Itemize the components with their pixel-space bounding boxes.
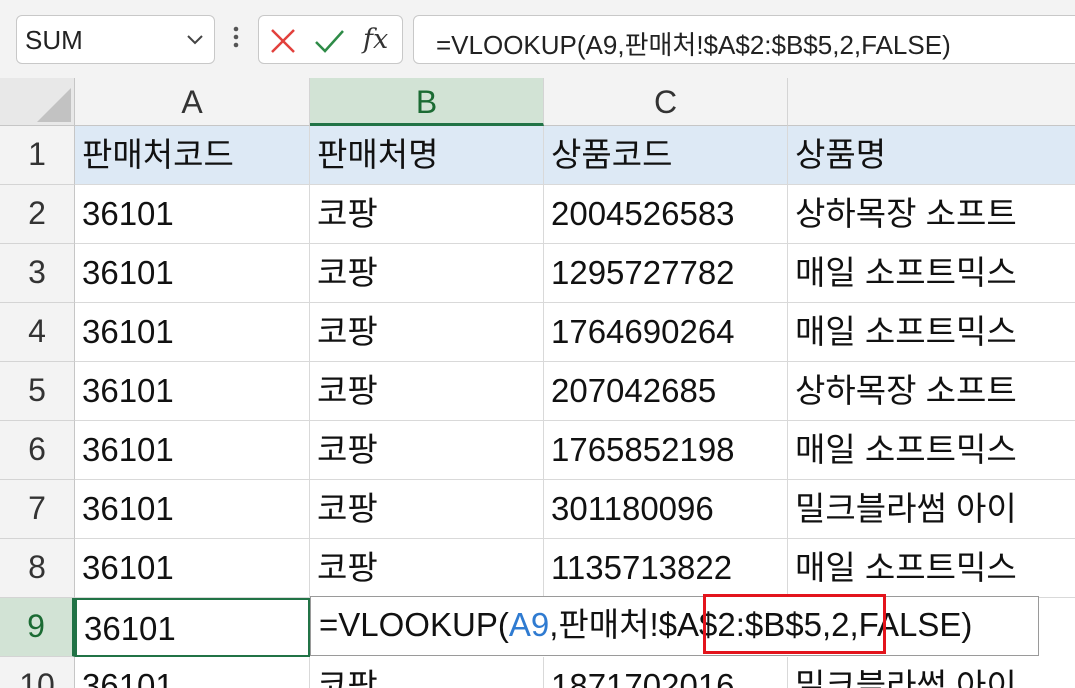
table-cell[interactable]: 상하목장 소프트 (788, 185, 1075, 244)
table-cell[interactable]: 밀크블라썸 아이 (788, 480, 1075, 539)
range-highlight-box (703, 594, 886, 654)
table-cell[interactable]: 36101 (75, 480, 310, 539)
formula-prefix: =VLOOKUP( (319, 606, 509, 643)
row-header[interactable]: 7 (0, 480, 75, 539)
table-cell[interactable]: 36101 (75, 421, 310, 480)
table-cell[interactable]: 코팡 (310, 303, 544, 362)
table-cell[interactable]: 301180096 (544, 480, 788, 539)
table-cell[interactable]: 매일 소프트믹스 (788, 244, 1075, 303)
chevron-down-icon[interactable] (184, 28, 206, 50)
table-cell[interactable]: 36101 (75, 303, 310, 362)
table-cell[interactable]: 36101 (75, 185, 310, 244)
table-cell[interactable]: 1295727782 (544, 244, 788, 303)
table-cell[interactable]: 1871702016 (544, 657, 788, 688)
row-header[interactable]: 1 (0, 126, 75, 185)
row-header[interactable]: 8 (0, 539, 75, 598)
formula-controls: fx (258, 15, 403, 64)
table-cell[interactable]: 코팡 (310, 421, 544, 480)
formula-text: =VLOOKUP(A9,판매처!$A$2:$B$5,2,FALSE) (436, 30, 951, 60)
row-header-selected[interactable]: 9 (0, 598, 75, 657)
table-cell[interactable]: 판매처코드 (75, 126, 310, 185)
formula-bar: SUM fx =VLOOKUP(A9,판매처!$A$2:$B$5,2,FALSE… (0, 0, 1075, 78)
cell-editor-b9[interactable]: =VLOOKUP(A9,판매처!$A$2:$B$5,2,FALSE) (310, 596, 1039, 656)
table-cell-a9[interactable]: 36101 (75, 598, 310, 657)
column-header-a[interactable]: A (75, 78, 310, 126)
more-options-icon[interactable] (230, 20, 242, 54)
row-header[interactable]: 6 (0, 421, 75, 480)
table-cell[interactable]: 코팡 (310, 244, 544, 303)
table-cell[interactable]: 36101 (75, 657, 310, 688)
x-icon[interactable] (267, 25, 299, 57)
insert-function-button[interactable]: fx (363, 24, 388, 55)
formula-input[interactable]: =VLOOKUP(A9,판매처!$A$2:$B$5,2,FALSE) (413, 15, 1075, 64)
table-cell[interactable]: 밀크블라썸 아이 (788, 657, 1075, 688)
row-header[interactable]: 10 (0, 657, 75, 688)
column-header-d[interactable] (788, 78, 1075, 126)
table-cell[interactable]: 상품코드 (544, 126, 788, 185)
row-header[interactable]: 4 (0, 303, 75, 362)
table-cell[interactable]: 상품명 (788, 126, 1075, 185)
table-cell[interactable]: 36101 (75, 362, 310, 421)
check-icon[interactable] (313, 25, 345, 57)
table-cell[interactable]: 코팡 (310, 185, 544, 244)
row-header[interactable]: 3 (0, 244, 75, 303)
table-cell[interactable]: 207042685 (544, 362, 788, 421)
table-cell[interactable]: 코팡 (310, 539, 544, 598)
table-cell[interactable]: 매일 소프트믹스 (788, 303, 1075, 362)
table-cell[interactable]: 코팡 (310, 657, 544, 688)
table-cell[interactable]: 36101 (75, 244, 310, 303)
table-cell[interactable]: 코팡 (310, 362, 544, 421)
table-cell[interactable]: 코팡 (310, 480, 544, 539)
table-cell[interactable]: 매일 소프트믹스 (788, 421, 1075, 480)
table-cell[interactable]: 36101 (75, 539, 310, 598)
name-box-value: SUM (25, 25, 83, 55)
row-header[interactable]: 5 (0, 362, 75, 421)
table-cell[interactable]: 매일 소프트믹스 (788, 539, 1075, 598)
column-header-b[interactable]: B (310, 78, 544, 126)
select-all-icon (37, 88, 71, 122)
table-cell[interactable]: 1765852198 (544, 421, 788, 480)
name-box[interactable]: SUM (16, 15, 215, 64)
select-all-button[interactable] (0, 78, 75, 126)
column-header-c[interactable]: C (544, 78, 788, 126)
table-cell[interactable]: 판매처명 (310, 126, 544, 185)
table-cell[interactable]: 상하목장 소프트 (788, 362, 1075, 421)
table-cell[interactable]: 1135713822 (544, 539, 788, 598)
row-header[interactable]: 2 (0, 185, 75, 244)
table-cell[interactable]: 2004526583 (544, 185, 788, 244)
spreadsheet-grid: A B C 1 판매처코드 판매처명 상품코드 상품명 2 36101 코팡 2… (0, 78, 1075, 688)
table-cell[interactable]: 1764690264 (544, 303, 788, 362)
formula-sheet: ,판매처! (549, 606, 659, 643)
formula-ref-a9: A9 (508, 606, 550, 643)
